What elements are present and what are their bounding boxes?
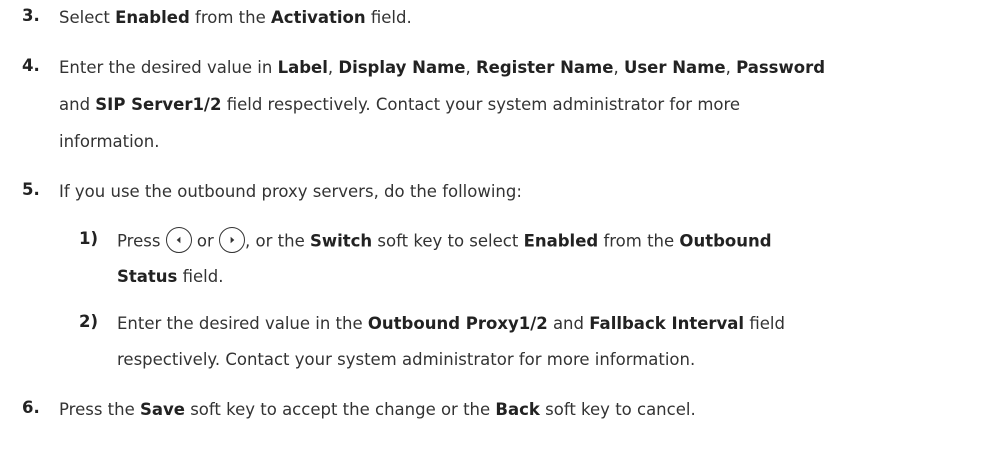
ui-term: Fallback Interval <box>589 314 745 333</box>
ui-term: Display Name <box>338 58 466 77</box>
ui-term: Password <box>736 58 826 77</box>
step-text: If you use the outbound proxy servers, d… <box>59 180 522 204</box>
text-fragment: and <box>547 314 590 333</box>
step-text-line-1: Enter the desired value in Label, Displa… <box>59 56 825 80</box>
text-fragment: , <box>613 58 624 77</box>
text-fragment: Press <box>117 231 166 251</box>
text-fragment: from the <box>189 8 271 27</box>
ui-term: Enabled <box>115 8 190 27</box>
ui-term: Back <box>495 400 540 419</box>
step-text: Select Enabled from the Activation field… <box>59 6 412 30</box>
ui-term: Outbound Proxy1/2 <box>367 314 548 333</box>
text-fragment: respectively. Contact your system admini… <box>117 350 696 369</box>
ui-term: Enabled <box>523 231 599 251</box>
text-fragment: field <box>744 314 785 333</box>
ui-term: User Name <box>623 58 726 77</box>
ui-term: Outbound <box>679 231 772 251</box>
text-fragment: information. <box>59 132 160 151</box>
left-navigation-key-icon <box>165 227 192 253</box>
ui-term: SIP Server1/2 <box>95 95 222 114</box>
text-fragment: from the <box>598 231 680 251</box>
ui-term: Status <box>117 267 178 286</box>
text-fragment: , <box>327 58 339 77</box>
step-text-line-3: information. <box>59 130 159 154</box>
ui-term: Register Name <box>475 58 614 77</box>
substep-text-line-1: Enter the desired value in the Outbound … <box>117 312 785 336</box>
right-navigation-key-icon <box>219 227 246 253</box>
substep-text-line-1: Press or , or the Switch soft key to sel… <box>117 227 772 255</box>
ui-term: Switch <box>309 231 373 251</box>
step-number: 4. <box>22 56 40 75</box>
text-fragment: or <box>191 231 220 251</box>
text-fragment: field. <box>177 267 224 286</box>
text-fragment: soft key to select <box>372 231 524 251</box>
substep-text-line-2: Status field. <box>117 265 223 289</box>
text-fragment: field respectively. Contact your system … <box>221 95 741 114</box>
substep-number: 2) <box>79 312 99 331</box>
text-fragment: , or the <box>245 231 310 251</box>
step-text-line-2: and SIP Server1/2 field respectively. Co… <box>59 93 740 117</box>
step-number: 6. <box>22 398 40 417</box>
text-fragment: , <box>465 58 476 77</box>
text-fragment: field. <box>365 8 412 27</box>
text-fragment: and <box>59 95 96 114</box>
text-fragment: Select <box>59 8 116 27</box>
text-fragment: soft key to cancel. <box>539 400 696 419</box>
text-fragment: Enter the desired value in the <box>117 314 368 333</box>
text-fragment: Press the <box>59 400 140 419</box>
ui-term: Label <box>277 58 328 77</box>
text-fragment: , <box>725 58 737 77</box>
text-fragment: Enter the desired value in <box>59 58 278 77</box>
ui-term: Activation <box>271 8 366 27</box>
text-fragment: If you use the outbound proxy servers, d… <box>59 182 522 201</box>
text-fragment: soft key to accept the change or the <box>184 400 496 419</box>
instruction-document: 3. Select Enabled from the Activation fi… <box>0 0 997 461</box>
substep-text-line-2: respectively. Contact your system admini… <box>117 348 695 372</box>
step-text: Press the Save soft key to accept the ch… <box>59 398 696 422</box>
step-number: 5. <box>22 180 40 199</box>
substep-number: 1) <box>79 229 99 248</box>
ui-term: Save <box>140 400 185 419</box>
step-number: 3. <box>22 6 40 25</box>
